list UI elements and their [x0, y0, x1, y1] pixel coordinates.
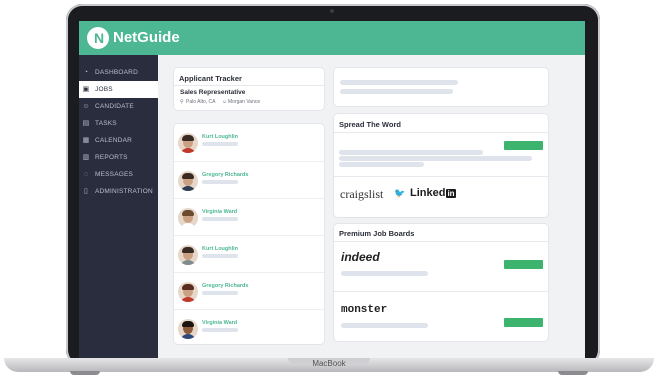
laptop-foot: [558, 371, 588, 375]
post-indeed-button[interactable]: [504, 260, 543, 269]
list-item[interactable]: Virginia Ward: [174, 309, 324, 344]
card-title: Spread The Word: [339, 120, 401, 129]
list-item[interactable]: Gregory Richards: [174, 272, 324, 310]
avatar: [178, 133, 198, 153]
placeholder-bar: [339, 150, 483, 155]
sidebar-item-reports[interactable]: ▥ REPORTS: [79, 149, 158, 166]
calendar-icon: ▦: [82, 136, 90, 144]
divider: [334, 241, 548, 242]
job-location: Palo Alto, CA: [186, 99, 216, 105]
applicant-tracker-card: Applicant Tracker Sales Representative ⚲…: [174, 68, 324, 110]
list-item[interactable]: Kurt Loughlin: [174, 124, 324, 161]
sidebar-item-label: JOBS: [95, 86, 113, 93]
list-item[interactable]: Kurt Loughlin: [174, 235, 324, 273]
avatar: [178, 319, 198, 339]
placeholder-bar: [202, 291, 238, 295]
divider: [334, 132, 548, 133]
placeholder-bar: [340, 80, 458, 85]
share-button[interactable]: [504, 141, 543, 150]
sidebar-item-candidate[interactable]: ☺ CANDIDATE: [79, 98, 158, 115]
job-owner: Morgan Vance: [228, 99, 261, 105]
chart-icon: ▥: [82, 153, 90, 161]
divider: [174, 85, 324, 86]
avatar: [178, 282, 198, 302]
chat-icon: ◌: [83, 170, 89, 178]
craigslist-logo[interactable]: craigslist: [340, 187, 383, 202]
device-label: MacBook: [312, 359, 346, 368]
divider: [334, 291, 548, 292]
applicant-name[interactable]: Gregory Richards: [202, 172, 248, 178]
twitter-icon[interactable]: 🐦: [394, 188, 405, 199]
placeholder-bar: [340, 89, 453, 94]
brand-name: NetGuide: [113, 29, 180, 46]
placeholder-bar: [339, 162, 424, 167]
placeholder-bar: [339, 156, 532, 161]
list-item[interactable]: Virginia Ward: [174, 198, 324, 236]
monster-logo[interactable]: monster: [341, 304, 387, 316]
post-monster-button[interactable]: [504, 318, 543, 327]
placeholder-bar: [202, 254, 238, 258]
person-icon: ☺: [82, 102, 90, 110]
sidebar-item-label: CANDIDATE: [95, 103, 134, 110]
sidebar-item-label: DASHBOARD: [95, 69, 138, 76]
sidebar-item-messages[interactable]: ◌ MESSAGES: [79, 166, 158, 183]
sidebar-item-tasks[interactable]: ▤ TASKS: [79, 115, 158, 132]
sidebar-item-calendar[interactable]: ▦ CALENDAR: [79, 132, 158, 149]
applicant-list: Kurt Loughlin Gregory Richards Virginia …: [174, 124, 324, 344]
briefcase-icon: ▣: [82, 85, 90, 93]
document-icon: ▯: [83, 187, 89, 195]
sidebar: ◔ DASHBOARD ▣ JOBS ☺ CANDIDATE ▤ TASKS ▦ CALE…: [79, 55, 158, 358]
job-title: Sales Representative: [180, 89, 246, 96]
sidebar-item-label: TASKS: [95, 120, 117, 127]
spread-the-word-card: Spread The Word craigslist 🐦 Linked in: [334, 114, 548, 217]
dashboard-icon: ◔: [83, 68, 89, 76]
linkedin-logo[interactable]: Linked in: [410, 187, 456, 199]
list-item[interactable]: Gregory Richards: [174, 161, 324, 199]
top-bar: N NetGuide: [79, 21, 585, 55]
applicant-name[interactable]: Virginia Ward: [202, 320, 237, 326]
card-title: Premium Job Boards: [339, 229, 415, 238]
clipboard-icon: ▤: [82, 119, 90, 127]
sidebar-item-dashboard[interactable]: ◔ DASHBOARD: [79, 64, 158, 81]
placeholder-bar: [202, 217, 238, 221]
summary-card: [334, 68, 548, 106]
sidebar-item-jobs[interactable]: ▣ JOBS: [79, 81, 158, 98]
avatar: [178, 171, 198, 191]
sidebar-item-label: ADMINISTRATION: [95, 188, 153, 195]
premium-job-boards-card: Premium Job Boards indeed monster: [334, 224, 548, 341]
placeholder-bar: [202, 180, 238, 184]
avatar: [178, 245, 198, 265]
laptop-foot: [70, 371, 100, 375]
avatar: [178, 208, 198, 228]
placeholder-bar: [202, 142, 238, 146]
card-title: Applicant Tracker: [179, 74, 242, 83]
location-pin-icon: ⚲: [180, 99, 184, 105]
sidebar-item-label: REPORTS: [95, 154, 128, 161]
placeholder-bar: [341, 323, 428, 328]
linkedin-in-badge: in: [446, 189, 456, 198]
applicant-name[interactable]: Kurt Loughlin: [202, 246, 238, 252]
divider: [334, 176, 548, 177]
logo-icon: N: [87, 27, 109, 49]
app-screen: N NetGuide ◔ DASHBOARD ▣ JOBS ☺ CANDIDATE ▤…: [79, 21, 585, 358]
linkedin-wordmark: Linked: [410, 187, 446, 199]
sidebar-item-label: MESSAGES: [95, 171, 134, 178]
placeholder-bar: [341, 271, 428, 276]
person-icon: ☺: [222, 99, 228, 105]
placeholder-bar: [202, 328, 238, 332]
applicant-name[interactable]: Virginia Ward: [202, 209, 237, 215]
sidebar-item-label: CALENDAR: [95, 137, 132, 144]
sidebar-item-administration[interactable]: ▯ ADMINISTRATION: [79, 183, 158, 200]
camera-icon: [330, 9, 334, 13]
indeed-logo[interactable]: indeed: [341, 250, 380, 264]
applicant-name[interactable]: Gregory Richards: [202, 283, 248, 289]
applicant-name[interactable]: Kurt Loughlin: [202, 134, 238, 140]
